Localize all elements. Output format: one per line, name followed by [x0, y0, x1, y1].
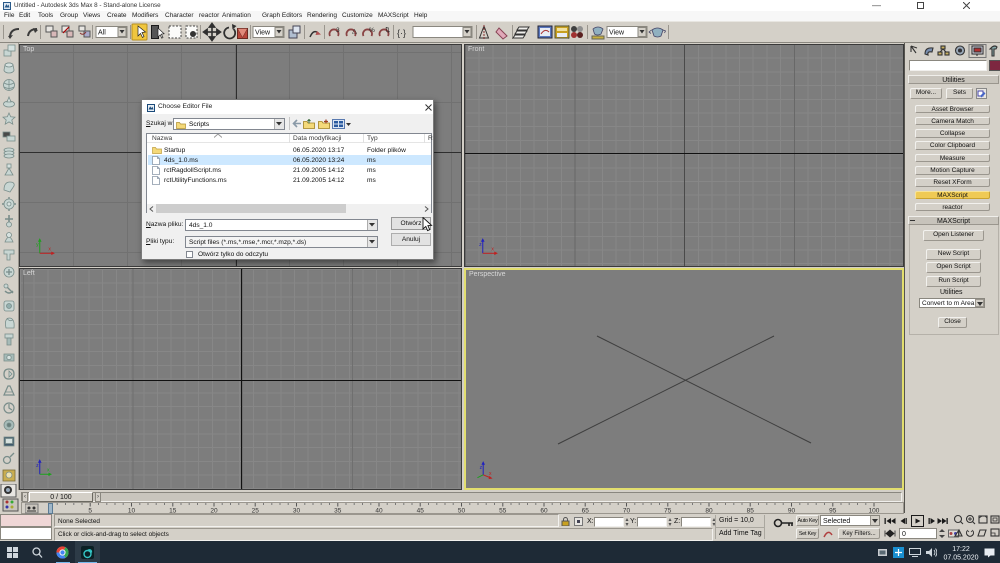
- svg-text:x: x: [48, 246, 51, 252]
- svg-text:View: View: [255, 30, 271, 37]
- svg-text:View: View: [609, 30, 625, 37]
- svg-text:75: 75: [664, 508, 672, 515]
- svg-text:z: z: [480, 465, 483, 471]
- svg-text:y: y: [36, 242, 39, 248]
- svg-text:80: 80: [705, 508, 713, 515]
- svg-text:z: z: [479, 242, 482, 248]
- svg-text:%: %: [369, 27, 375, 34]
- svg-text:07.05.2020: 07.05.2020: [943, 555, 978, 562]
- svg-text:17:22: 17:22: [952, 546, 970, 553]
- svg-text:x: x: [47, 467, 50, 473]
- svg-text:100: 100: [869, 508, 880, 515]
- svg-text:x: x: [491, 246, 494, 252]
- svg-text:x: x: [489, 471, 492, 477]
- svg-text:z: z: [36, 463, 39, 469]
- svg-text:65: 65: [582, 508, 590, 515]
- svg-text:{·}: {·}: [397, 28, 406, 38]
- svg-text:⇅: ⇅: [385, 27, 391, 34]
- svg-text:All: All: [98, 30, 106, 37]
- svg-text:90: 90: [788, 508, 796, 515]
- svg-text:△: △: [352, 28, 358, 35]
- svg-text:85: 85: [747, 508, 755, 515]
- svg-text:70: 70: [623, 508, 631, 515]
- svg-text:95: 95: [829, 508, 837, 515]
- svg-text:3: 3: [336, 27, 340, 34]
